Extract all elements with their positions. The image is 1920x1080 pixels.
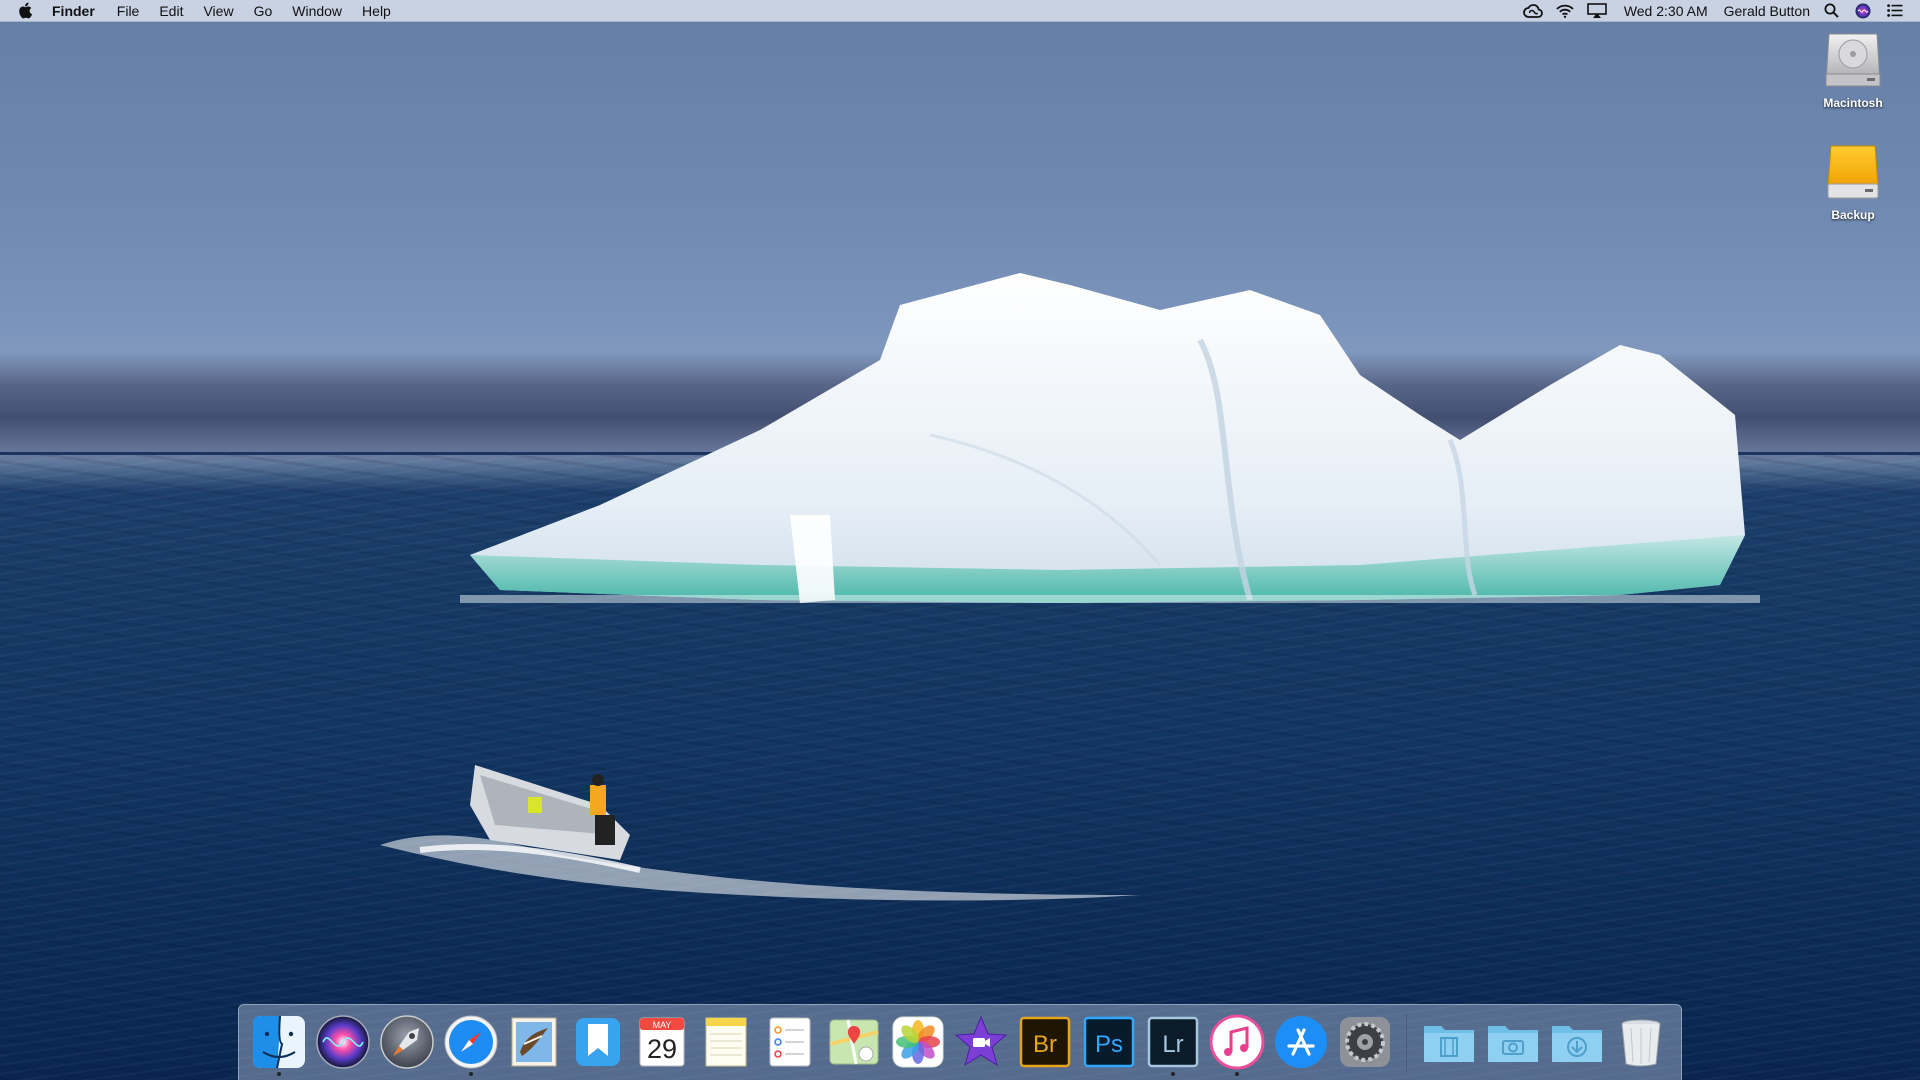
- dock-item-photos[interactable]: [888, 1010, 948, 1076]
- dock-item-bridge[interactable]: Br: [1015, 1010, 1075, 1076]
- dock-item-app-store[interactable]: [1271, 1010, 1331, 1076]
- dock-item-pictures-folder[interactable]: [1483, 1010, 1543, 1076]
- calendar-month: MAY: [653, 1020, 672, 1030]
- photos-icon: [892, 1016, 944, 1067]
- safari-icon: [444, 1015, 497, 1068]
- dock-item-maps[interactable]: [824, 1010, 884, 1076]
- menubar-user-name[interactable]: Gerald Button: [1724, 0, 1810, 22]
- pictures-folder-icon: [1488, 1025, 1539, 1062]
- running-indicator: [276, 1071, 281, 1076]
- dock-item-lightroom[interactable]: Lr: [1143, 1010, 1203, 1076]
- maps-icon: [829, 1019, 879, 1064]
- boat: [380, 765, 1140, 901]
- mail-icon: [511, 1017, 557, 1066]
- spotlight-icon[interactable]: [1820, 2, 1842, 20]
- desktop-icon-macintosh[interactable]: Macintosh: [1798, 28, 1908, 110]
- lightroom-icon: Lr: [1147, 1016, 1199, 1067]
- hard-drive-icon: [1825, 33, 1881, 87]
- lightroom-label: Lr: [1162, 1031, 1183, 1058]
- dock-item-launchpad[interactable]: [377, 1010, 437, 1076]
- bookmark-icon: [576, 1017, 621, 1066]
- wifi-icon[interactable]: [1554, 2, 1576, 20]
- dock-item-finder[interactable]: [249, 1010, 309, 1076]
- apple-menu-icon[interactable]: [18, 2, 34, 20]
- dock-separator: [1406, 1013, 1408, 1072]
- dock-item-trash[interactable]: [1611, 1010, 1671, 1076]
- photoshop-icon: Ps: [1083, 1016, 1135, 1067]
- calendar-icon: MAY 29: [639, 1017, 685, 1066]
- launchpad-icon: [379, 1014, 434, 1069]
- dock-item-reminders[interactable]: [760, 1010, 820, 1076]
- menu-edit[interactable]: Edit: [149, 0, 193, 22]
- desktop-icon-label: Macintosh: [1823, 96, 1883, 110]
- menu-go[interactable]: Go: [244, 0, 283, 22]
- notes-icon: [705, 1017, 747, 1066]
- desktop-icon-label: Backup: [1831, 208, 1875, 222]
- bridge-label: Br: [1033, 1031, 1057, 1058]
- dock-item-calendar[interactable]: MAY 29: [632, 1010, 692, 1076]
- dock-item-photoshop[interactable]: Ps: [1079, 1010, 1139, 1076]
- app-store-icon: [1274, 1015, 1327, 1068]
- dock-item-notes[interactable]: [696, 1010, 756, 1076]
- trash-icon: [1621, 1019, 1661, 1066]
- running-indicator: [1170, 1071, 1175, 1076]
- running-indicator: [468, 1071, 473, 1076]
- menu-app-finder[interactable]: Finder: [52, 0, 107, 22]
- menu-bar: Finder File Edit View Go Window Help Wed…: [0, 0, 1920, 22]
- finder-icon: [252, 1015, 305, 1068]
- external-drive-icon: [1827, 145, 1879, 199]
- notification-center-icon[interactable]: [1884, 2, 1906, 20]
- iceberg: [460, 273, 1760, 603]
- downloads-folder-icon: [1552, 1025, 1603, 1062]
- siri-icon: [316, 1014, 370, 1069]
- menu-help[interactable]: Help: [352, 0, 401, 22]
- calendar-day: 29: [647, 1034, 677, 1064]
- dock-item-movies-folder[interactable]: [1419, 1010, 1479, 1076]
- running-indicator: [1234, 1071, 1239, 1076]
- desktop-wallpaper: [0, 0, 1920, 1080]
- dock-item-mail[interactable]: [504, 1010, 564, 1076]
- desktop-icon-backup[interactable]: Backup: [1798, 140, 1908, 222]
- menu-view[interactable]: View: [193, 0, 243, 22]
- reminders-icon: [769, 1017, 811, 1066]
- dock-item-system-preferences[interactable]: [1335, 1010, 1395, 1076]
- dock-item-day-one[interactable]: [568, 1010, 628, 1076]
- menu-file[interactable]: File: [107, 0, 150, 22]
- dock-item-safari[interactable]: [441, 1010, 501, 1076]
- itunes-icon: [1209, 1014, 1265, 1069]
- menubar-clock[interactable]: Wed 2:30 AM: [1624, 0, 1708, 22]
- movies-folder-icon: [1424, 1025, 1475, 1062]
- system-preferences-icon: [1339, 1016, 1390, 1067]
- photoshop-label: Ps: [1095, 1031, 1123, 1058]
- creative-cloud-icon[interactable]: [1522, 2, 1544, 20]
- bridge-icon: Br: [1019, 1016, 1071, 1067]
- dock-item-siri[interactable]: [313, 1010, 373, 1076]
- dock-item-downloads-folder[interactable]: [1547, 1010, 1607, 1076]
- dock: MAY 29 Br Ps Lr: [238, 1004, 1682, 1080]
- siri-icon[interactable]: [1852, 2, 1874, 20]
- airplay-icon[interactable]: [1586, 2, 1608, 20]
- menu-window[interactable]: Window: [282, 0, 352, 22]
- dock-item-itunes[interactable]: [1207, 1010, 1267, 1076]
- imovie-icon: [955, 1015, 1008, 1066]
- dock-item-imovie[interactable]: [951, 1010, 1011, 1076]
